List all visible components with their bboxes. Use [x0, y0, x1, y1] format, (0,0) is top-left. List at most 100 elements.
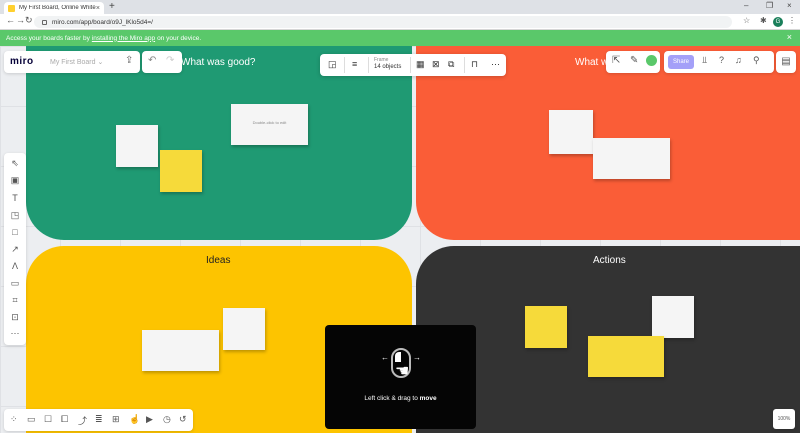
settings-sliders-icon[interactable]: ⫫ [702, 55, 707, 66]
shape-icon[interactable]: □ [4, 227, 26, 237]
pen-icon[interactable]: Λ [4, 261, 26, 271]
url-field[interactable]: miro.com/app/board/o9J_lKlo5d4=/ [34, 16, 732, 28]
more-tools-icon[interactable]: ⋯ [4, 328, 26, 339]
install-app-banner: Access your boards faster by installing … [0, 30, 800, 46]
sticky-note[interactable] [160, 150, 202, 192]
address-bar: ← → ↻ miro.com/app/board/o9J_lKlo5d4=/ ☆… [0, 14, 800, 30]
notes-panel-icon[interactable]: ▤ [776, 51, 796, 73]
reload-icon[interactable]: ↻ [25, 15, 33, 26]
chat-icon[interactable]: ☐ [44, 414, 52, 425]
templates-icon[interactable]: ▣ [4, 175, 26, 186]
share-button[interactable]: Share [668, 55, 694, 69]
object-count: 14 objects [374, 64, 402, 70]
help-icon[interactable]: ? [719, 55, 724, 65]
align-icon[interactable]: ≡ [352, 59, 357, 69]
cursor-icon[interactable]: ⇱ [612, 55, 620, 66]
banner-prefix: Access your boards faster by [6, 34, 90, 42]
bottom-toolbar: ⁘ ▭ ☐ ⧠ ⤴ ≣ ⊞ ☝ ▶ ◷ ↺ [4, 409, 193, 431]
frame-icon[interactable]: ⌗ [4, 295, 26, 306]
forward-icon[interactable]: → [16, 15, 25, 25]
frame-title: What w [575, 57, 609, 68]
move-hint-overlay: ← → ☚ Left click & drag to move [325, 325, 476, 429]
presentation-icon[interactable]: ▭ [27, 414, 36, 425]
lock-icon [42, 19, 47, 25]
url-text: miro.com/app/board/o9J_lKlo5d4=/ [52, 18, 153, 26]
cards-icon[interactable]: ≣ [95, 414, 103, 425]
duplicate-icon[interactable]: ⧉ [448, 59, 454, 70]
search-icon[interactable]: ⚲ [753, 55, 760, 66]
sticky-note[interactable] [652, 296, 694, 338]
sticky-note[interactable] [116, 125, 158, 167]
frame-title: Actions [593, 255, 626, 266]
creation-toolbar: ⇖ ▣ T ◳ □ ↗ Λ ▭ ⌗ ⊡ ⋯ [4, 153, 26, 345]
sticky-note-icon[interactable]: ◲ [328, 59, 337, 70]
frame-context-toolbar: ◲ ≡ Frame 14 objects ▦ ⊠ ⧉ ⊓ ⋯ [320, 54, 506, 76]
maximize-button[interactable]: ❐ [766, 1, 773, 10]
frame-title: Ideas [206, 255, 231, 266]
hand-cursor-icon: ☚ [395, 363, 410, 380]
fit-icon[interactable]: ⊠ [432, 59, 440, 70]
divider [410, 57, 411, 73]
connection-line-icon[interactable]: ↗ [4, 244, 26, 255]
avatar[interactable] [646, 55, 657, 66]
collaboration-bar: ⇱ ✎ [606, 51, 660, 73]
back-icon[interactable]: ← [6, 15, 15, 25]
bookmark-star-icon[interactable]: ☆ [743, 16, 750, 25]
extensions-icon[interactable]: ✱ [760, 16, 767, 25]
arrow-right-icon: → [413, 353, 421, 362]
timeline-icon[interactable]: ⊞ [112, 414, 120, 425]
sticky-note[interactable] [593, 138, 670, 179]
divider [464, 57, 465, 73]
notifications-bell-icon[interactable]: ♫ [735, 55, 742, 65]
window-close-button[interactable]: × [787, 1, 792, 10]
comments-icon[interactable]: ⧠ [61, 414, 68, 425]
miro-favicon-icon [8, 4, 15, 12]
layout-icon[interactable]: ▦ [416, 59, 425, 70]
sticky-note[interactable] [549, 110, 593, 154]
sticky-note-icon[interactable]: ◳ [4, 210, 26, 221]
banner-install-link[interactable]: installing the Miro app [92, 35, 155, 42]
board-header: miro My First Board ⌄ ⇪ [4, 51, 140, 73]
text-card-label: Double-click to edit [252, 120, 287, 125]
celebrate-icon[interactable]: ✎ [630, 55, 638, 66]
timer-icon[interactable]: ◷ [163, 414, 171, 425]
video-icon[interactable]: ▶ [146, 414, 153, 425]
divider [344, 57, 345, 73]
minimize-button[interactable]: – [744, 1, 748, 10]
export-icon[interactable]: ⇪ [125, 55, 133, 66]
like-icon[interactable]: ☝ [129, 414, 140, 425]
sticky-note[interactable] [588, 336, 664, 377]
lock-icon[interactable]: ⊓ [471, 59, 478, 70]
profile-avatar[interactable]: G [773, 17, 783, 27]
comment-icon[interactable]: ▭ [4, 278, 26, 289]
select-cursor-icon[interactable]: ⇖ [4, 158, 26, 169]
history-icon[interactable]: ↺ [179, 414, 187, 425]
frame-title: What was good? [181, 57, 256, 68]
redo-icon[interactable]: ↷ [166, 55, 174, 66]
text-icon[interactable]: T [4, 193, 26, 203]
browser-menu-icon[interactable]: ⋮ [788, 16, 796, 25]
apps-grid-icon[interactable]: ⁘ [10, 414, 18, 425]
sticky-note[interactable] [525, 306, 567, 348]
tab-close-icon[interactable]: × [96, 5, 100, 12]
zoom-level[interactable]: 100% [773, 409, 795, 429]
miro-logo[interactable]: miro [10, 56, 34, 67]
undo-icon[interactable]: ↶ [148, 55, 156, 66]
frame-type: Frame [374, 57, 389, 63]
hint-text: Left click & drag to move [364, 395, 437, 402]
sticky-note[interactable] [223, 308, 265, 350]
upload-icon[interactable]: ⊡ [4, 312, 26, 323]
board-name[interactable]: My First Board ⌄ [50, 58, 103, 66]
undo-redo-bar: ↶ ↷ [142, 51, 182, 73]
more-icon[interactable]: ⋯ [491, 59, 500, 70]
text-card[interactable]: Double-click to edit [231, 104, 308, 145]
tab-title: My First Board, Online Whiteboar [19, 5, 96, 11]
board-actions-bar: Share ⫫ ? ♫ ⚲ [664, 51, 774, 73]
divider [368, 57, 369, 73]
arrow-left-icon: ← [381, 353, 389, 362]
browser-tab[interactable]: My First Board, Online Whiteboar × [4, 2, 104, 14]
banner-close-icon[interactable]: × [787, 32, 792, 42]
new-tab-button[interactable]: + [109, 1, 115, 12]
share-screen-icon[interactable]: ⤴ [78, 414, 87, 427]
sticky-note[interactable] [142, 330, 219, 371]
